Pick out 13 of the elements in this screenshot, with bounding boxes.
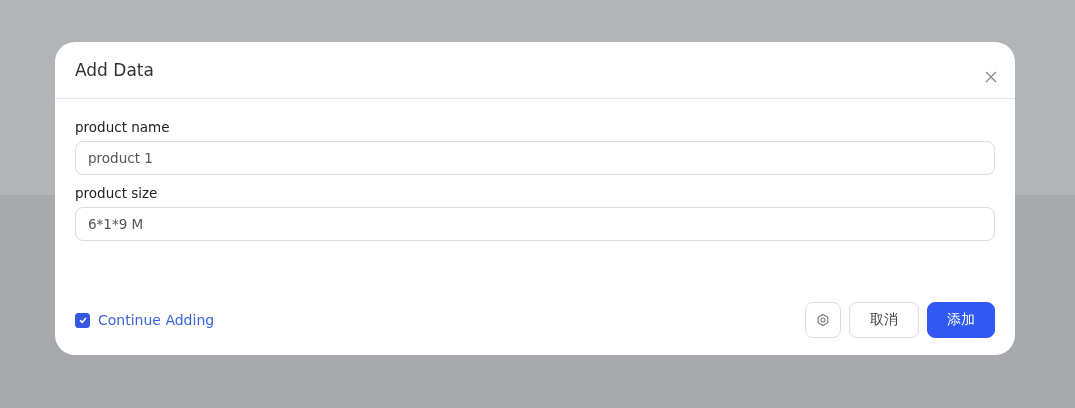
hexagon-nut-icon bbox=[816, 313, 830, 327]
dialog-title: Add Data bbox=[75, 60, 154, 80]
checkbox-label[interactable]: Continue Adding bbox=[98, 312, 215, 328]
cancel-button[interactable]: 取消 bbox=[849, 302, 919, 338]
field-label: product size bbox=[75, 185, 159, 201]
add-button[interactable]: 添加 bbox=[927, 302, 995, 338]
close-icon[interactable] bbox=[985, 71, 997, 83]
checkmark-icon bbox=[77, 315, 88, 325]
checkbox[interactable] bbox=[75, 312, 90, 328]
field-label: product name bbox=[75, 119, 171, 135]
input-field[interactable]: 6*1*9 M bbox=[75, 207, 995, 241]
settings-button[interactable] bbox=[805, 302, 841, 338]
input-field[interactable]: product 1 bbox=[75, 141, 995, 175]
